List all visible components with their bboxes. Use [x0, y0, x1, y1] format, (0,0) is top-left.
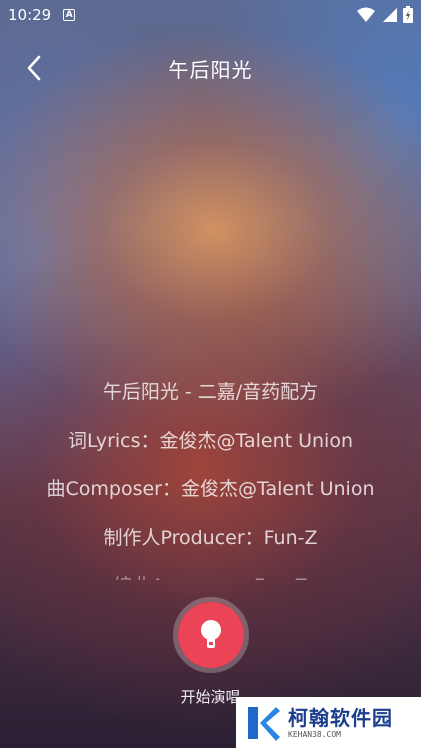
- back-button[interactable]: [20, 54, 48, 82]
- lyric-line: 制作人Producer：Fun-Z: [103, 526, 318, 549]
- watermark-name: 柯翰软件园: [288, 706, 393, 730]
- status-bar: 10:29 A: [0, 0, 421, 30]
- wifi-icon: [357, 7, 375, 27]
- chevron-left-icon: [27, 55, 41, 81]
- watermark-url: KEHAN38.COM: [288, 730, 341, 739]
- lyric-line: 词Lyrics：金俊杰@Talent Union: [67, 429, 354, 452]
- status-time: 10:29: [8, 6, 52, 24]
- microphone-icon: [201, 620, 221, 648]
- page-title: 午后阳光: [168, 57, 253, 82]
- top-bar: 午后阳光: [0, 40, 421, 96]
- sing-button-core: [178, 602, 244, 668]
- lyric-line: 午后阳光 - 二嘉/音药配方: [102, 381, 319, 403]
- notification-icon: A: [63, 9, 76, 21]
- signal-icon: [381, 7, 397, 27]
- watermark-logo-icon: [248, 706, 280, 741]
- lyric-line: 曲Composer：金俊杰@Talent Union: [46, 478, 375, 500]
- battery-icon: [403, 6, 413, 27]
- status-right-icons: [357, 6, 413, 27]
- lyric-line: 编曲Arranger：Fun-Z: [0, 564, 421, 580]
- lyrics-panel[interactable]: 午后阳光 - 二嘉/音药配方 词Lyrics：金俊杰@Talent Union …: [0, 370, 421, 580]
- watermark: 柯翰软件园 KEHAN38.COM: [236, 697, 421, 748]
- watermark-text: 柯翰软件园 KEHAN38.COM: [288, 706, 393, 739]
- start-singing-button[interactable]: [173, 597, 249, 673]
